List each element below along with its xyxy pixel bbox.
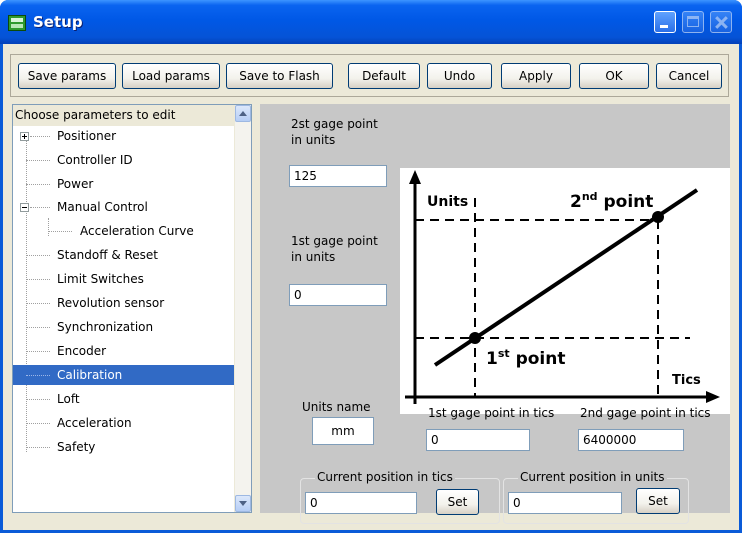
tree-item-revolution-sensor[interactable]: Revolution sensor xyxy=(57,293,164,313)
tree-connector xyxy=(26,375,50,376)
calibration-graph-svg: Units Tics 2nd point 1st point xyxy=(405,170,720,404)
title-bar[interactable]: Setup xyxy=(0,0,742,44)
current-position-tics-label: Current position in tics xyxy=(315,470,455,484)
first-point-label: 1st point xyxy=(486,347,565,369)
tree-item-acceleration[interactable]: Acceleration xyxy=(57,413,132,433)
first-gage-units-label: 1st gage point in units xyxy=(291,234,378,264)
second-gage-tics-label: 2nd gage point in tics xyxy=(580,406,711,420)
tree-item-calibration-row[interactable]: Calibration xyxy=(13,365,236,385)
current-position-units-input[interactable]: 0 xyxy=(508,492,622,514)
maximize-button[interactable] xyxy=(682,11,704,33)
scroll-up-arrow-icon[interactable] xyxy=(235,105,251,122)
tree-connector xyxy=(48,218,49,236)
tree-connector xyxy=(26,327,50,328)
app-icon xyxy=(8,15,26,31)
tree-item-safety[interactable]: Safety xyxy=(57,437,95,457)
tree-item-manual-control[interactable]: Manual Control xyxy=(57,197,148,217)
units-axis-label: Units xyxy=(427,194,468,210)
current-position-units-group: Current position in units 0 Set xyxy=(503,470,689,524)
second-gage-tics-input[interactable]: 6400000 xyxy=(578,429,684,451)
units-name-label: Units name xyxy=(302,400,371,414)
first-gage-tics-input[interactable]: 0 xyxy=(426,429,530,451)
tree-item-calibration: Calibration xyxy=(57,368,123,382)
close-button[interactable] xyxy=(710,11,732,33)
apply-button[interactable]: Apply xyxy=(501,63,571,89)
dialog-client-area: Save params Load params Save to Flash De… xyxy=(3,44,739,530)
tree-connector xyxy=(30,136,50,137)
current-position-units-label: Current position in units xyxy=(518,470,667,484)
tree-connector xyxy=(26,255,50,256)
tree-item-encoder[interactable]: Encoder xyxy=(57,341,106,361)
first-point-marker xyxy=(469,332,481,344)
tree-scrollbar[interactable] xyxy=(234,105,251,512)
save-to-flash-button[interactable]: Save to Flash xyxy=(226,63,333,89)
tree-connector xyxy=(26,160,50,161)
tree-item-acceleration-curve[interactable]: Acceleration Curve xyxy=(80,221,194,241)
tree-connector xyxy=(26,303,50,304)
tree-item-positioner[interactable]: Positioner xyxy=(57,126,116,146)
x-axis-arrow-icon xyxy=(706,391,720,403)
second-point-marker xyxy=(652,211,664,223)
save-params-button[interactable]: Save params xyxy=(18,63,116,89)
cancel-button[interactable]: Cancel xyxy=(656,63,722,89)
tree-item-power[interactable]: Power xyxy=(57,174,93,194)
tree-item-synchronization[interactable]: Synchronization xyxy=(57,317,153,337)
tree-item-controller-id[interactable]: Controller ID xyxy=(57,150,133,170)
toolbar-group: Save params Load params Save to Flash De… xyxy=(10,54,729,97)
tree-connector xyxy=(30,207,50,208)
collapse-minus-icon[interactable] xyxy=(20,203,29,212)
y-axis-arrow-icon xyxy=(409,170,421,184)
setup-window: Setup Save params Load params Save to Fl… xyxy=(0,0,742,533)
tree-connector xyxy=(26,447,50,448)
tics-axis-label: Tics xyxy=(672,373,701,388)
ok-button[interactable]: OK xyxy=(579,63,649,89)
default-button[interactable]: Default xyxy=(348,63,420,89)
tree-item-loft[interactable]: Loft xyxy=(57,389,80,409)
scroll-down-arrow-icon[interactable] xyxy=(235,495,251,512)
set-tics-button[interactable]: Set xyxy=(436,489,479,515)
first-gage-units-input[interactable]: 0 xyxy=(289,284,387,306)
tree-item-standoff-reset[interactable]: Standoff & Reset xyxy=(57,245,158,265)
units-name-input[interactable]: mm xyxy=(312,417,374,445)
tree-connector xyxy=(26,399,50,400)
first-gage-tics-label: 1st gage point in tics xyxy=(428,406,555,420)
tree-connector xyxy=(26,184,50,185)
load-params-button[interactable]: Load params xyxy=(122,63,220,89)
window-title: Setup xyxy=(33,13,83,31)
tree-connector xyxy=(26,351,50,352)
calibration-panel: 2st gage point in units 125 1st gage poi… xyxy=(260,104,730,524)
parameters-tree[interactable]: Choose parameters to edit Positioner Con… xyxy=(12,104,252,513)
second-gage-units-input[interactable]: 125 xyxy=(289,165,387,187)
minimize-button[interactable] xyxy=(654,11,676,33)
current-position-tics-input[interactable]: 0 xyxy=(305,492,417,514)
second-gage-units-label: 2st gage point in units xyxy=(291,117,378,147)
tree-header: Choose parameters to edit xyxy=(13,105,237,126)
tree-connector xyxy=(48,231,72,232)
expand-plus-icon[interactable] xyxy=(20,132,29,141)
undo-button[interactable]: Undo xyxy=(427,63,492,89)
current-position-tics-group: Current position in tics 0 Set xyxy=(300,470,500,524)
second-point-label: 2nd point xyxy=(570,190,653,212)
set-units-button[interactable]: Set xyxy=(636,488,680,514)
tree-connector xyxy=(26,279,50,280)
calibration-diagram: Units Tics 2nd point 1st point xyxy=(400,168,730,414)
tree-item-limit-switches[interactable]: Limit Switches xyxy=(57,269,144,289)
tree-connector xyxy=(26,423,50,424)
